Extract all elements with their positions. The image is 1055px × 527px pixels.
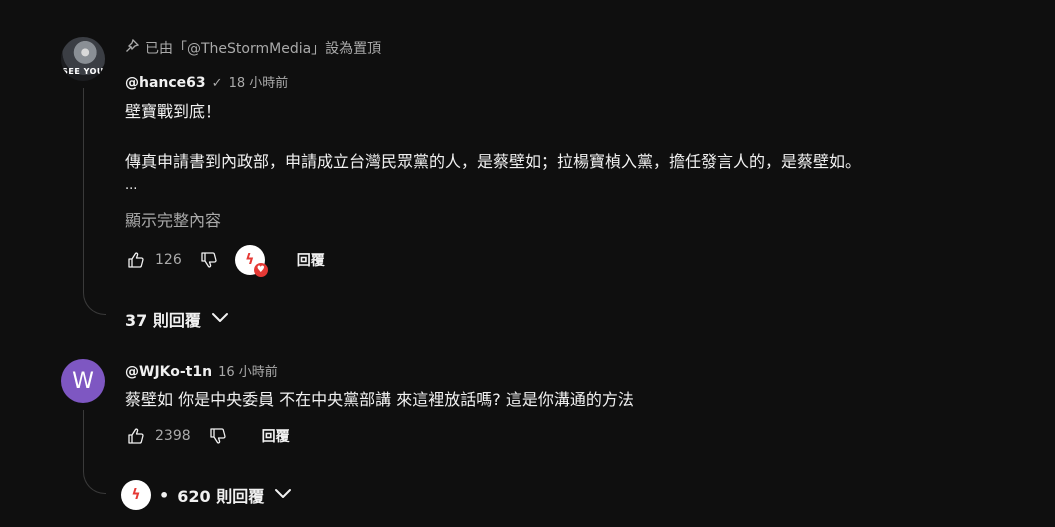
chevron-down-icon: [272, 482, 294, 508]
pinned-text: 已由「@TheStormMedia」設為置頂: [145, 41, 382, 57]
storm-logo-icon: ϟ: [245, 252, 255, 268]
comment-author[interactable]: @hance63: [125, 75, 206, 91]
chevron-down-icon: [209, 306, 231, 332]
thread-line-1: [83, 88, 106, 315]
creator-heart-badge: ϟ ♥: [234, 245, 268, 277]
avatar[interactable]: W: [61, 359, 105, 403]
separator-dot: •: [159, 485, 170, 505]
show-more-button[interactable]: 顯示完整內容: [125, 207, 221, 231]
avatar[interactable]: SEE YOU: [61, 37, 105, 81]
comment-actions: 2398 回覆: [125, 425, 290, 447]
verified-check-icon: ✓: [211, 76, 223, 91]
replies-count: 620 則回覆: [177, 487, 265, 506]
comment-author[interactable]: @WJKo-t1n: [125, 364, 212, 380]
avatar-text: SEE YOU: [62, 67, 104, 76]
dislike-icon[interactable]: [207, 425, 229, 447]
storm-logo-icon: ϟ: [131, 487, 141, 503]
avatar-letter: W: [72, 368, 94, 394]
comment-time[interactable]: 18 小時前: [229, 72, 289, 91]
reply-button[interactable]: 回覆: [297, 250, 325, 270]
pin-icon: [125, 38, 140, 57]
replies-count: 37 則回覆: [125, 311, 201, 330]
like-count: 2398: [155, 428, 191, 444]
like-icon[interactable]: [125, 249, 147, 271]
comment-text: 蔡壁如 你是中央委員 不在中央黨部講 來這裡放話嗎? 這是你溝通的方法: [125, 390, 634, 409]
comment-text-line1: 壁寶戰到底！: [125, 102, 222, 121]
creator-avatar: ϟ: [121, 480, 151, 510]
comment-time[interactable]: 16 小時前: [218, 361, 278, 380]
heart-icon: ♥: [253, 263, 268, 277]
pinned-label: 已由「@TheStormMedia」設為置頂: [125, 38, 381, 58]
comment-header: @WJKo-t1n 16 小時前: [125, 361, 278, 380]
view-replies-button[interactable]: 37 則回覆: [125, 306, 231, 332]
comment-ellipsis: ...: [125, 178, 138, 193]
comment-header: @hance63 ✓ 18 小時前: [125, 72, 288, 91]
reply-button[interactable]: 回覆: [262, 426, 290, 446]
like-count: 126: [155, 252, 182, 268]
like-icon[interactable]: [125, 425, 147, 447]
thread-line-2: [83, 410, 106, 494]
dislike-icon[interactable]: [198, 249, 220, 271]
view-replies-button[interactable]: ϟ • 620 則回覆: [121, 480, 294, 510]
comment-actions: 126 ϟ ♥ 回覆: [125, 245, 325, 277]
comment-text-line2: 傳真申請書到內政部，申請成立台灣民眾黨的人，是蔡壁如；拉楊寶楨入黨，擔任發言人的…: [125, 152, 862, 171]
